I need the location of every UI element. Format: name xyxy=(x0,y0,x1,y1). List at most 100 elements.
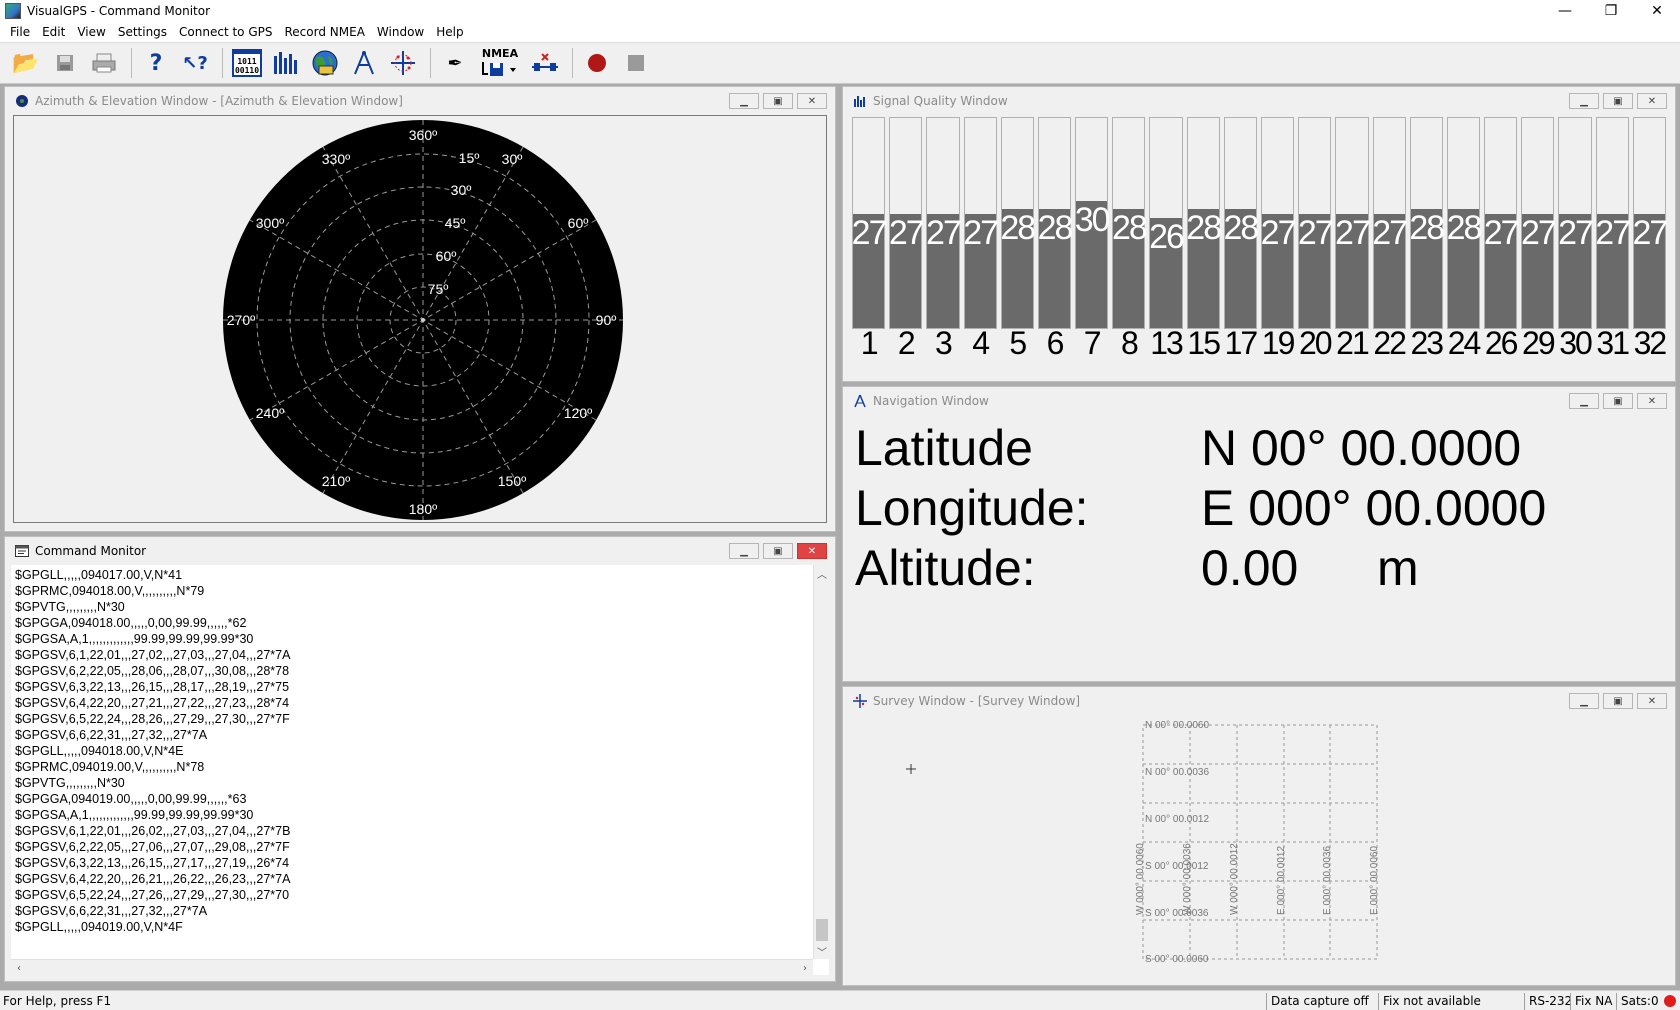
survey-title-bar[interactable]: Survey Window - [Survey Window] ▁ ▣ ✕ xyxy=(843,687,1675,715)
altitude-label: Altitude: xyxy=(855,540,1036,596)
signal-bar: 27 2 xyxy=(888,117,925,361)
cmd-close-button[interactable]: ✕ xyxy=(797,543,827,559)
signal-bar-value: 28 xyxy=(1446,209,1483,247)
mdi-workspace: Azimuth & Elevation Window - [Azimuth & … xyxy=(0,84,1680,990)
signal-bar-value: 27 xyxy=(1297,214,1334,252)
nmea-log-line: $GPGSV,6,2,22,05,,,27,06,,,27,07,,,29,08… xyxy=(15,840,290,854)
nmea-log-line: $GPGSV,6,6,22,31,,,27,32,,,27*7A xyxy=(15,728,208,742)
stop-button-icon[interactable] xyxy=(618,46,654,80)
print-icon[interactable] xyxy=(86,46,122,80)
nav-maximize-button[interactable]: ▣ xyxy=(1603,393,1633,409)
azimuth-elevation-window: Azimuth & Elevation Window - [Azimuth & … xyxy=(4,86,836,532)
az-label-60: 60º xyxy=(568,215,589,231)
signal-bar: 27 26 xyxy=(1484,117,1520,361)
nav-minimize-button[interactable]: ▁ xyxy=(1569,393,1599,409)
menu-edit[interactable]: Edit xyxy=(36,25,71,39)
scroll-right-icon[interactable]: › xyxy=(797,960,813,976)
survey-close-button[interactable]: ✕ xyxy=(1637,693,1667,709)
satellite-id-label: 4 xyxy=(972,325,990,361)
help-icon[interactable]: ? xyxy=(138,46,174,80)
signal-bar: 28 8 xyxy=(1112,117,1148,361)
menu-connect-to-gps[interactable]: Connect to GPS xyxy=(173,25,278,39)
signal-bar-value: 27 xyxy=(888,214,925,252)
connect-cable-icon[interactable] xyxy=(527,46,563,80)
signal-title-bar[interactable]: Signal Quality Window ▁ ▣ ✕ xyxy=(843,87,1675,115)
survey-lat-label: S 00° 00.0012 xyxy=(1145,861,1209,872)
menu-view[interactable]: View xyxy=(71,25,111,39)
menu-window[interactable]: Window xyxy=(371,25,430,39)
signal-bar-value: 28 xyxy=(1000,209,1036,247)
signal-bar-value: 27 xyxy=(926,214,962,252)
nmea-log-line: $GPGLL,,,,,094017.00,V,N*41 xyxy=(15,568,183,582)
scroll-down-icon[interactable]: ﹀ xyxy=(814,943,830,959)
status-fix: Fix not available xyxy=(1378,993,1522,1010)
survey-minimize-button[interactable]: ▁ xyxy=(1569,693,1599,709)
signal-maximize-button[interactable]: ▣ xyxy=(1603,93,1633,109)
vertical-scrollbar[interactable]: ︿ ﹀ xyxy=(813,565,829,959)
globe-navigation-icon[interactable] xyxy=(307,46,343,80)
signal-bar: 28 5 xyxy=(1000,117,1036,361)
record-button-icon[interactable] xyxy=(579,46,615,80)
nmea-log[interactable]: $GPGLL,,,,,094017.00,V,N*41 $GPRMC,094018… xyxy=(11,565,813,959)
nmea-log-line: $GPGSV,6,1,22,01,,,27,02,,,27,03,,,27,04… xyxy=(15,648,291,662)
satellite-id-label: 20 xyxy=(1298,325,1333,361)
minimize-button[interactable]: — xyxy=(1542,0,1588,22)
cmd-minimize-button[interactable]: ▁ xyxy=(729,543,759,559)
azel-close-button[interactable]: ✕ xyxy=(797,93,827,109)
save-disk-icon[interactable] xyxy=(47,46,83,80)
cmd-title-bar[interactable]: Command Monitor ▁ ▣ ✕ xyxy=(5,537,835,565)
maximize-button[interactable]: ❐ xyxy=(1588,0,1634,22)
survey-compass-icon[interactable] xyxy=(346,46,382,80)
longitude-value: E 000° 00.0000 xyxy=(1201,480,1547,536)
signal-bar: 28 6 xyxy=(1038,117,1073,361)
satellite-id-label: 15 xyxy=(1187,325,1221,361)
azimuth-elevation-icon[interactable] xyxy=(385,46,421,80)
survey-lon-label: E 000° 00.0012 xyxy=(1276,846,1287,915)
toolbar-separator xyxy=(131,48,132,78)
menu-record-nmea[interactable]: Record NMEA xyxy=(279,25,371,39)
menu-help[interactable]: Help xyxy=(430,25,469,39)
signal-minimize-button[interactable]: ▁ xyxy=(1569,93,1599,109)
nav-close-button[interactable]: ✕ xyxy=(1637,393,1667,409)
signal-quality-window: Signal Quality Window ▁ ▣ ✕ 27 1 27 2 27 3 27 4… xyxy=(842,86,1676,382)
az-label-300: 300º xyxy=(256,215,284,231)
survey-lat-label: N 00° 00.0060 xyxy=(1145,720,1209,731)
survey-plot-area: N 00° 00.0060 N 00° 00.0036 N 00° 00.001… xyxy=(851,715,1667,979)
azel-maximize-button[interactable]: ▣ xyxy=(763,93,793,109)
horizontal-scrollbar[interactable]: ‹ › xyxy=(11,959,813,975)
signal-bar-value: 27 xyxy=(1595,214,1631,252)
signal-close-button[interactable]: ✕ xyxy=(1637,93,1667,109)
satellite-id-label: 3 xyxy=(935,325,953,361)
altitude-value: 0.00 xyxy=(1201,540,1299,596)
survey-maximize-button[interactable]: ▣ xyxy=(1603,693,1633,709)
scroll-left-icon[interactable]: ‹ xyxy=(11,960,27,976)
cmd-maximize-button[interactable]: ▣ xyxy=(763,543,793,559)
toolbar-separator xyxy=(430,48,431,78)
close-button[interactable]: ✕ xyxy=(1634,0,1680,22)
context-help-icon[interactable]: ↖? xyxy=(177,46,213,80)
scroll-up-icon[interactable]: ︿ xyxy=(814,565,830,581)
survey-lat-label: N 00° 00.0036 xyxy=(1145,767,1209,778)
az-label-360: 360º xyxy=(409,127,437,143)
satellite-id-label: 21 xyxy=(1336,325,1370,361)
command-monitor-binary-icon[interactable]: 1011 00110 xyxy=(229,46,265,80)
menu-settings[interactable]: Settings xyxy=(112,25,173,39)
satellite-id-label: 17 xyxy=(1224,325,1259,361)
azel-minimize-button[interactable]: ▁ xyxy=(729,93,759,109)
satellite-id-label: 24 xyxy=(1447,325,1482,361)
open-folder-icon[interactable]: 📂 xyxy=(8,46,44,80)
pen-edit-icon[interactable]: ✒ xyxy=(437,46,473,80)
scroll-thumb[interactable] xyxy=(816,919,828,941)
signal-bar: 27 1 xyxy=(852,117,888,361)
menu-bar: File Edit View Settings Connect to GPS R… xyxy=(0,22,1680,42)
nmea-log-line: $GPGSV,6,3,22,13,,,26,15,,,28,17,,,28,19… xyxy=(15,680,290,694)
signal-bar: 30 7 xyxy=(1075,117,1111,361)
nav-title-bar[interactable]: Navigation Window ▁ ▣ ✕ xyxy=(843,387,1675,415)
record-nmea-dropdown[interactable]: NMEA xyxy=(476,46,524,80)
menu-file[interactable]: File xyxy=(4,25,36,39)
latitude-label: Latitude xyxy=(855,420,1033,476)
nmea-log-line: $GPGSV,6,5,22,24,,,27,26,,,27,29,,,27,30… xyxy=(15,888,290,902)
azel-title-bar[interactable]: Azimuth & Elevation Window - [Azimuth & … xyxy=(5,87,835,115)
signal-bar: 26 13 xyxy=(1149,117,1185,361)
signal-quality-bars-icon[interactable] xyxy=(268,46,304,80)
